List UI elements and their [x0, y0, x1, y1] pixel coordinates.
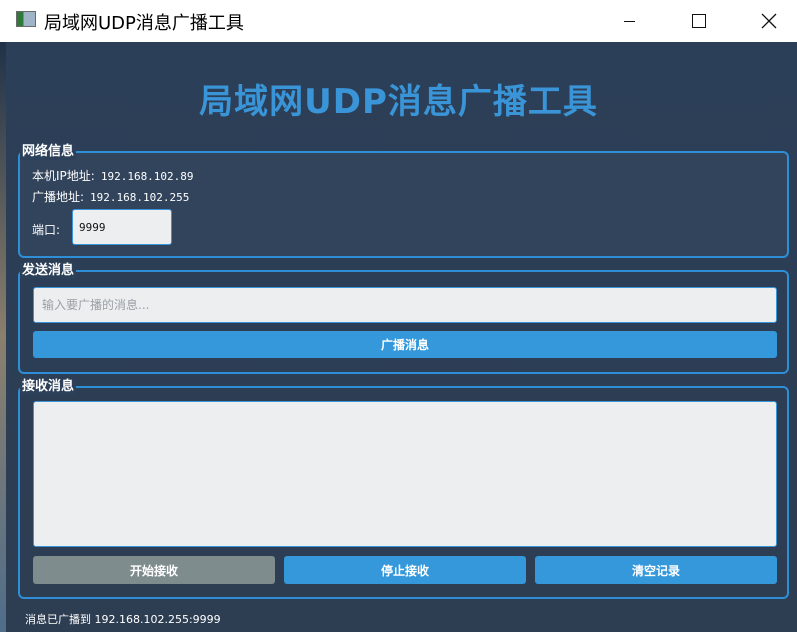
- background-window-edge: [0, 42, 6, 632]
- main-panel: 局域网UDP消息广播工具 网络信息 本机IP地址: 192.168.102.89 …: [0, 42, 797, 632]
- maximize-icon: [692, 14, 706, 28]
- maximize-button[interactable]: [676, 0, 722, 42]
- status-bar-text: 消息已广播到 192.168.102.255:9999: [25, 613, 221, 626]
- local-ip-label: 本机IP地址:: [32, 169, 95, 183]
- clear-log-button[interactable]: 清空记录: [535, 556, 777, 584]
- close-button[interactable]: [746, 0, 792, 42]
- receive-message-group: 接收消息 开始接收 停止接收 清空记录: [18, 379, 789, 599]
- window-titlebar: 局域网UDP消息广播工具: [0, 0, 797, 42]
- local-ip-value: 192.168.102.89: [100, 170, 194, 183]
- stop-receive-button[interactable]: 停止接收: [284, 556, 526, 584]
- broadcast-button[interactable]: 广播消息: [33, 331, 777, 358]
- broadcast-address-value: 192.168.102.255: [90, 191, 190, 204]
- minimize-button[interactable]: [606, 0, 652, 42]
- local-ip-row: 本机IP地址: 192.168.102.89: [32, 167, 194, 184]
- broadcast-address-row: 广播地址: 192.168.102.255: [32, 188, 189, 205]
- broadcast-address-label: 广播地址:: [32, 190, 85, 204]
- window-title: 局域网UDP消息广播工具: [44, 13, 244, 34]
- received-messages-log[interactable]: [33, 401, 777, 547]
- network-info-group: 网络信息 本机IP地址: 192.168.102.89 广播地址: 192.168.…: [18, 144, 789, 258]
- network-info-title: 网络信息: [20, 144, 77, 160]
- send-message-group: 发送消息 广播消息: [18, 263, 789, 374]
- app-icon: [16, 11, 36, 27]
- port-input[interactable]: [72, 209, 172, 245]
- minimize-icon: [623, 20, 635, 22]
- close-icon: [761, 13, 777, 29]
- start-receive-button[interactable]: 开始接收: [33, 556, 275, 584]
- port-label: 端口:: [32, 223, 61, 237]
- send-message-title: 发送消息: [20, 263, 77, 279]
- page-title: 局域网UDP消息广播工具: [199, 82, 598, 122]
- message-input[interactable]: [33, 287, 777, 323]
- receive-message-title: 接收消息: [20, 379, 77, 395]
